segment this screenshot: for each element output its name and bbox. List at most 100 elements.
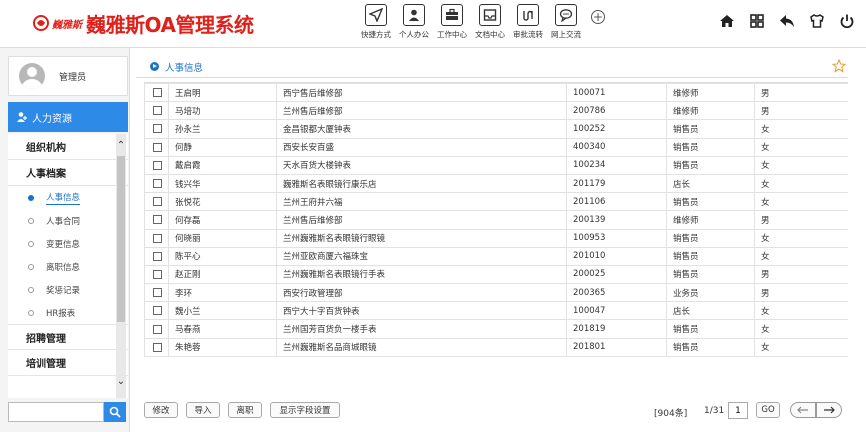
table-row[interactable]: 魏小兰 西宁大十字百货钟表 100047 店长女 (144, 301, 848, 321)
quick-nav-chat[interactable]: 网上交流 (547, 4, 585, 44)
row-checkbox[interactable] (153, 88, 162, 98)
row-checkbox[interactable] (153, 251, 162, 261)
quick-nav-label: 审批流转 (513, 30, 543, 39)
employee-id-cell: 201010 (566, 246, 667, 266)
bullet-icon (28, 217, 34, 224)
next-page-button[interactable] (816, 402, 842, 418)
menu-item-contract[interactable]: 人事合同 (8, 209, 128, 232)
row-checkbox[interactable] (153, 106, 162, 116)
menu-item-label: 离职信息 (46, 262, 81, 273)
employee-name-cell: 魏小兰 (168, 301, 277, 321)
position-cell: 销售员 (666, 192, 755, 212)
row-checkbox[interactable] (153, 160, 162, 170)
menu-item-personnel-info[interactable]: 人事信息 (8, 186, 128, 209)
row-checkbox[interactable] (153, 142, 162, 152)
row-checkbox[interactable] (153, 306, 162, 316)
brand-mark-icon (32, 14, 50, 32)
chevron-down-icon[interactable]: ⌄ (116, 376, 126, 388)
row-checkbox-cell (144, 283, 169, 303)
menu-group-personnel[interactable]: 人事档案 (8, 160, 128, 186)
table-row[interactable]: 何存磊 兰州售后维修部 200139 维修师男 (144, 210, 848, 230)
user-panel[interactable]: 管理员 (8, 56, 128, 96)
theme-icon[interactable] (808, 12, 826, 30)
quick-nav-approval[interactable]: 审批流转 (509, 4, 547, 44)
gender-cell: 女 (754, 319, 848, 339)
bullet-icon (28, 240, 34, 247)
home-icon[interactable] (718, 12, 736, 30)
power-icon[interactable] (838, 12, 856, 30)
quick-nav-docs[interactable]: 文档中心 (471, 4, 509, 44)
resign-button[interactable]: 离职 (228, 402, 262, 418)
table-row[interactable]: 钱兴华 巍雅斯名表眼镜行康乐店 201179 店长女 (144, 173, 848, 194)
menu-group-recruit[interactable]: 招聘管理 (8, 324, 128, 350)
quick-nav-personal[interactable]: 个人办公 (395, 4, 433, 44)
search-button[interactable] (104, 402, 126, 422)
menu-item-label: 人事合同 (46, 216, 81, 227)
field-settings-button[interactable]: 显示字段设置 (270, 402, 340, 418)
go-button[interactable]: GO (756, 402, 780, 418)
menu-item-resignation[interactable]: 离职信息 (8, 255, 128, 278)
table-row[interactable]: 何晓丽 兰州巍雅斯名表眼镜行眼镜 100953 销售员女 (144, 228, 848, 248)
quick-nav-label: 快捷方式 (361, 30, 391, 39)
menu-group-org[interactable]: 组织机构 (8, 134, 128, 160)
quick-nav-label: 网上交流 (551, 30, 581, 39)
menu-item-hr-report[interactable]: HR报表 (8, 301, 128, 324)
bullet-icon (28, 286, 34, 293)
table-row[interactable]: 马春燕 兰州国芳百货负一楼手表 201819 销售员女 (144, 319, 848, 339)
search-input[interactable] (8, 402, 104, 422)
row-checkbox[interactable] (153, 233, 162, 243)
table-row[interactable]: 王启明 西宁售后维修部 100071 维修师男 (144, 83, 848, 103)
chevron-up-icon[interactable]: ⌃ (116, 140, 126, 152)
table-row[interactable]: 陈平心 兰州亚欧商厦六福珠宝 201010 销售员女 (144, 246, 848, 266)
row-checkbox[interactable] (153, 269, 162, 279)
add-shortcut-icon[interactable]: + (591, 10, 605, 24)
row-checkbox[interactable] (153, 179, 162, 189)
sidebar-menu: 组织机构 人事档案 人事信息 人事合同 变更信息 离职信息 奖惩记录 HR报表 … (8, 134, 128, 398)
employee-id-cell: 100953 (566, 228, 667, 248)
position-cell: 销售员 (666, 337, 755, 357)
menu-item-changes[interactable]: 变更信息 (8, 232, 128, 255)
back-icon[interactable] (778, 12, 796, 30)
page-number-input[interactable] (728, 402, 748, 419)
department-cell: 兰州亚欧商厦六福珠宝 (276, 246, 567, 266)
employee-id-cell: 200139 (566, 210, 667, 230)
row-checkbox[interactable] (153, 124, 162, 134)
quick-nav-work[interactable]: 工作中心 (433, 4, 471, 44)
avatar (19, 63, 45, 89)
department-cell: 兰州巍雅斯名表眼镜行眼镜 (276, 228, 567, 248)
employee-id-cell: 100234 (566, 155, 667, 175)
row-checkbox[interactable] (153, 288, 162, 298)
row-checkbox-cell (144, 137, 169, 157)
table-row[interactable]: 张悦花 兰州王府井六福 201106 销售员女 (144, 192, 848, 212)
table-row[interactable]: 马培功 兰州售后维修部 200786 维修师男 (144, 101, 848, 121)
table-row[interactable]: 李环 西安行政管理部 200365 业务员男 (144, 283, 848, 303)
brand-name: 巍雅斯 (52, 19, 82, 31)
row-checkbox[interactable] (153, 324, 162, 334)
gender-cell: 女 (754, 228, 848, 248)
quick-nav-shortcuts[interactable]: 快捷方式 (357, 4, 395, 44)
scrollbar-thumb[interactable] (117, 156, 125, 322)
star-icon[interactable] (831, 58, 847, 73)
briefcase-icon (441, 4, 463, 26)
row-checkbox[interactable] (153, 215, 162, 225)
prev-page-button[interactable] (790, 402, 816, 418)
row-checkbox[interactable] (153, 197, 162, 207)
row-checkbox[interactable] (153, 342, 162, 352)
table-row[interactable]: 孙永兰 金昌银都大厦钟表 100252 销售员女 (144, 119, 848, 139)
row-checkbox-cell (144, 192, 169, 212)
menu-item-label: 变更信息 (46, 239, 81, 250)
edit-button[interactable]: 修改 (144, 402, 178, 418)
employee-name-cell: 孙永兰 (168, 119, 277, 139)
table-row[interactable]: 何静 西安长安百盛 400340 销售员女 (144, 137, 848, 157)
menu-item-rewards[interactable]: 奖惩记录 (8, 278, 128, 301)
gender-cell: 男 (754, 83, 848, 103)
table-row[interactable]: 朱艳蓉 兰州巍雅斯名品商城眼镜 201801 销售员女 (144, 337, 848, 357)
table-row[interactable]: 赵正刚 兰州巍雅斯名表眼镜行手表 200025 销售员男 (144, 264, 848, 285)
import-button[interactable]: 导入 (186, 402, 220, 418)
row-checkbox-cell (144, 228, 169, 248)
apps-icon[interactable] (748, 12, 766, 30)
table-row[interactable]: 戴启霞 天水百货大楼钟表 100234 销售员女 (144, 155, 848, 175)
arrow-right-icon (824, 406, 835, 414)
menu-group-training[interactable]: 培训管理 (8, 350, 128, 376)
module-hr[interactable]: 人力资源 (8, 102, 128, 132)
